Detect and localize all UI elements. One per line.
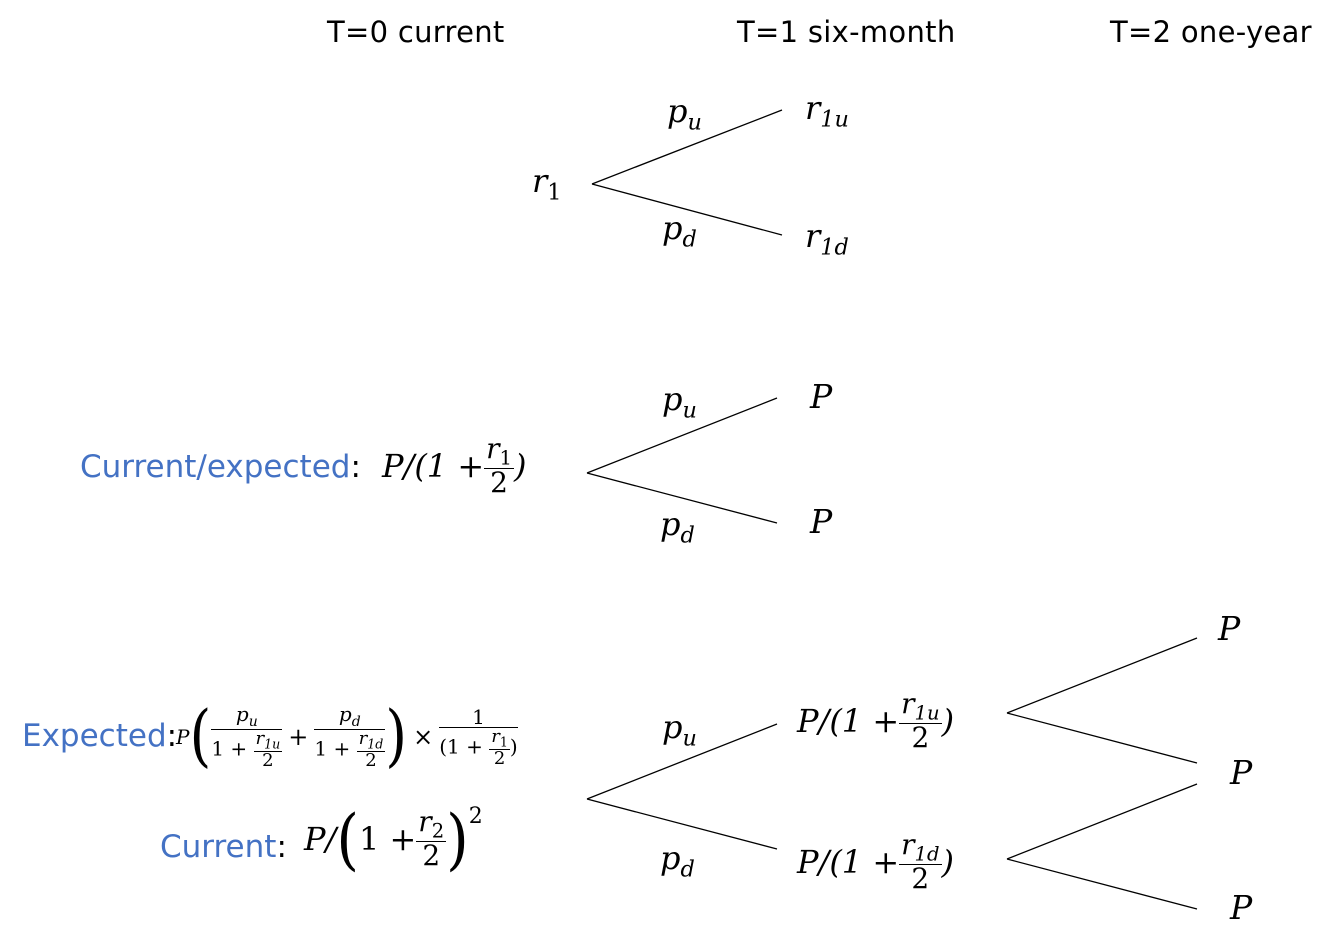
tree2-up-prob: pu	[662, 380, 697, 424]
tree1-down-prob: pd	[662, 209, 697, 253]
tree3-upper-down-branch	[1006, 712, 1198, 764]
tree1-root: r1	[532, 162, 562, 206]
tree3-up-prob: pu	[662, 708, 697, 752]
tree3-leaf-1: P	[1218, 609, 1241, 648]
tree1-down-node: r1d	[805, 217, 849, 261]
tree2-root: P/(1 + r1 2)	[382, 432, 527, 500]
tree3-expected-formula: P(pu 1 + r1u 2 + pd 1 + r1d 2) × 1 (1 + r1 2)	[176, 697, 518, 776]
tree3-down-prob: pd	[660, 839, 695, 883]
tree3-upper-up-branch	[1006, 637, 1198, 714]
tree3-expected-label: Expected:	[22, 718, 178, 754]
tree3-lower-up-branch	[1006, 783, 1198, 860]
tree1-up-prob: pu	[667, 92, 702, 136]
tree3-current-formula: P/(1 + r2 2)2	[304, 799, 483, 879]
tree1-up-node: r1u	[805, 89, 849, 133]
tree2-up-node: P	[810, 377, 833, 416]
tree3-lower-down-branch	[1006, 858, 1198, 910]
tree2-down-node: P	[810, 502, 833, 541]
tree3-leaf-2: P	[1230, 753, 1253, 792]
tree3-mid-down-node: P/(1 + r1d 2)	[797, 828, 955, 896]
tree3-leaf-3: P	[1230, 888, 1253, 927]
tree2-label: Current/expected:	[80, 449, 361, 485]
tree3-current-label: Current:	[160, 829, 287, 865]
tree2-down-prob: pd	[660, 505, 695, 549]
tree3-mid-up-node: P/(1 + r1u 2)	[797, 687, 955, 755]
